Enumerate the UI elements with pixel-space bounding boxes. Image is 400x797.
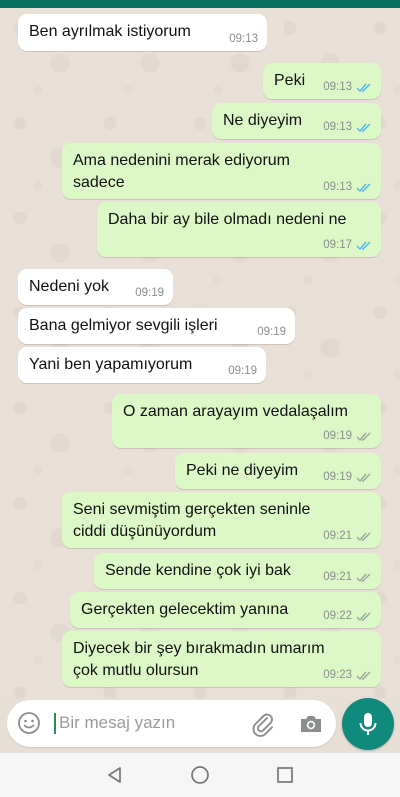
double-check-icon <box>356 573 371 582</box>
message-outgoing[interactable]: Sende kendine çok iyi bak 09:21 <box>94 553 381 589</box>
double-check-icon <box>356 83 371 92</box>
message-time: 09:13 <box>229 33 258 45</box>
message-outgoing[interactable]: Gerçekten gelecektim yanına 09:22 <box>70 592 381 628</box>
message-incoming[interactable]: Ben ayrılmak istiyorum 09:13 <box>18 14 267 51</box>
message-time: 09:13 <box>323 81 352 93</box>
message-outgoing[interactable]: Seni sevmiştim gerçekten seninle ciddi d… <box>62 492 381 548</box>
message-text: Gerçekten gelecektim yanına <box>81 601 289 618</box>
message-outgoing[interactable]: O zaman arayayım vedalaşalım 09:19 <box>112 394 381 448</box>
message-text-line2: sadece <box>73 174 125 191</box>
message-text-line2: çok mutlu olursun <box>73 662 199 679</box>
home-circle-icon[interactable] <box>190 765 210 785</box>
message-outgoing[interactable]: Daha bir ay bile olmadı nedeni ne 09:17 <box>97 202 381 257</box>
message-time: 09:19 <box>257 326 286 338</box>
message-time: 09:23 <box>323 669 352 681</box>
message-time: 09:19 <box>323 430 352 442</box>
message-outgoing[interactable]: Peki 09:13 <box>263 63 381 99</box>
double-check-icon <box>356 473 371 482</box>
double-check-icon <box>356 612 371 621</box>
message-time: 09:13 <box>323 181 352 193</box>
system-navigation-bar <box>0 753 400 797</box>
message-time: 09:19 <box>323 471 352 483</box>
double-check-icon <box>356 432 371 441</box>
message-text: Peki ne diyeyim <box>186 462 299 479</box>
message-text: Nedeni yok <box>29 278 110 295</box>
back-triangle-icon[interactable] <box>105 765 125 785</box>
message-text: Peki <box>274 72 306 89</box>
message-time: 09:17 <box>323 239 352 251</box>
message-text: Ne diyeyim <box>223 112 303 129</box>
message-text: O zaman arayayım vedalaşalım <box>123 403 348 420</box>
message-text: Sende kendine çok iyi bak <box>105 562 291 579</box>
message-text-line2: ciddi düşünüyordum <box>73 523 217 540</box>
message-text: Ama nedenini merak ediyorum <box>73 152 290 169</box>
message-input[interactable]: Bir mesaj yazın <box>59 713 175 733</box>
message-outgoing[interactable]: Diyecek bir şey bırakmadın umarım çok mu… <box>62 631 381 687</box>
message-incoming[interactable]: Nedeni yok 09:19 <box>18 269 173 305</box>
message-text: Diyecek bir şey bırakmadın umarım <box>73 640 325 657</box>
message-text: Bana gelmiyor sevgili işleri <box>29 317 218 334</box>
message-text: Ben ayrılmak istiyorum <box>29 23 191 40</box>
message-time: 09:21 <box>323 571 352 583</box>
double-check-icon <box>356 183 371 192</box>
status-strip <box>0 0 400 8</box>
recents-square-icon[interactable] <box>275 765 295 785</box>
text-cursor <box>54 713 56 734</box>
double-check-icon <box>356 123 371 132</box>
mic-button[interactable] <box>342 698 394 750</box>
message-time: 09:13 <box>323 121 352 133</box>
message-composer[interactable]: Bir mesaj yazın <box>7 700 336 747</box>
paperclip-icon[interactable] <box>250 711 276 737</box>
message-time: 09:19 <box>228 365 257 377</box>
message-outgoing[interactable]: Ama nedenini merak ediyorum sadece 09:13 <box>62 143 381 199</box>
message-outgoing[interactable]: Ne diyeyim 09:13 <box>212 103 381 139</box>
message-text: Yani ben yapamıyorum <box>29 356 193 373</box>
message-incoming[interactable]: Yani ben yapamıyorum 09:19 <box>18 347 266 383</box>
message-text: Daha bir ay bile olmadı nedeni ne <box>108 211 347 228</box>
camera-icon[interactable] <box>298 711 324 737</box>
message-text: Seni sevmiştim gerçekten seninle <box>73 501 311 518</box>
double-check-icon <box>356 532 371 541</box>
message-incoming[interactable]: Bana gelmiyor sevgili işleri 09:19 <box>18 308 295 344</box>
mic-icon <box>359 713 377 735</box>
double-check-icon <box>356 671 371 680</box>
double-check-icon <box>356 241 371 250</box>
message-time: 09:21 <box>323 530 352 542</box>
message-time: 09:22 <box>323 610 352 622</box>
message-time: 09:19 <box>135 287 164 299</box>
emoji-icon[interactable] <box>17 711 41 735</box>
message-outgoing[interactable]: Peki ne diyeyim 09:19 <box>175 453 381 489</box>
